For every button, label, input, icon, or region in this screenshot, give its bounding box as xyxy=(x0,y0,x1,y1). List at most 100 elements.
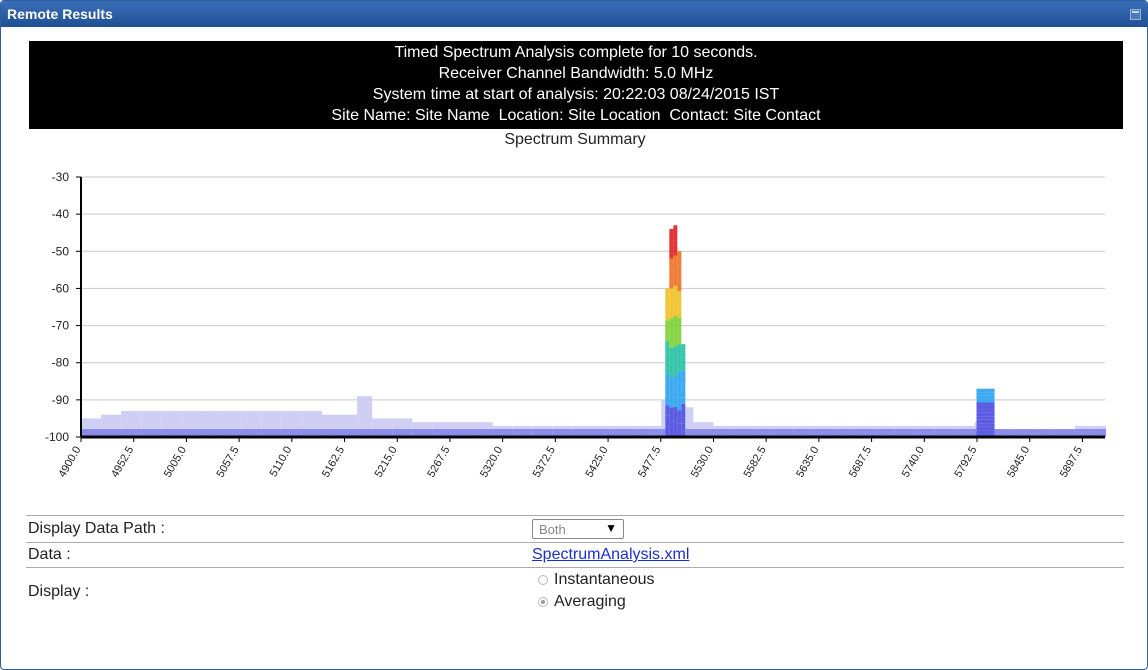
spectrum-bar xyxy=(669,362,674,378)
averaging-radio[interactable] xyxy=(538,597,548,607)
spectrum-bar xyxy=(669,243,674,259)
spectrum-bar xyxy=(976,419,995,424)
spectrum-bar xyxy=(665,288,670,300)
banner-line-system-time: System time at start of analysis: 20:22:… xyxy=(372,86,780,103)
y-tick-label: -100 xyxy=(45,430,69,444)
banner-line-site: Site Name: Site Name Location: Site Loca… xyxy=(331,107,821,124)
spectrum-bar xyxy=(681,417,686,424)
spectrum-bar xyxy=(673,225,678,241)
spectrum-bar xyxy=(673,316,678,332)
instantaneous-radio[interactable] xyxy=(538,575,548,585)
spectrum-bar xyxy=(669,229,674,244)
x-tick-label: 5267.5 xyxy=(425,445,452,480)
spectrum-bar xyxy=(677,370,682,384)
spectrum-bar xyxy=(976,388,995,393)
spectrum-bar xyxy=(665,373,670,384)
spectrum-bar xyxy=(669,258,674,274)
spectrum-bar xyxy=(681,344,686,351)
analysis-summary-banner: Timed Spectrum Analysis complete for 10 … xyxy=(29,41,1123,129)
x-tick-label: 5687.5 xyxy=(847,445,874,480)
x-tick-label: 5792.5 xyxy=(952,445,979,480)
spectrum-bar xyxy=(665,383,670,395)
spectrum-bar xyxy=(669,333,674,348)
spectrum-bar xyxy=(681,423,686,431)
spectrum-bar xyxy=(673,240,678,256)
x-tick-label: 5110.0 xyxy=(268,445,295,479)
spectrum-bar xyxy=(673,391,678,407)
spectrum-bar xyxy=(665,341,670,353)
spectrum-bar xyxy=(677,264,682,278)
spectrum-bar xyxy=(673,270,678,286)
spectrum-bar xyxy=(665,405,670,416)
spectrum-bar-floor xyxy=(1105,429,1106,437)
display-data-path-select[interactable]: Both ▼ xyxy=(532,519,624,539)
spectrum-bar xyxy=(673,285,678,301)
spectrum-bar xyxy=(665,362,670,374)
spectrum-bar xyxy=(976,416,995,420)
spectrum-bar xyxy=(673,376,678,392)
spectrum-bar xyxy=(669,422,674,437)
spectrum-bar xyxy=(665,330,670,342)
spectrum-bar xyxy=(673,421,678,437)
banner-line-bandwidth: Receiver Channel Bandwidth: 5.0 MHz xyxy=(438,65,714,82)
spectrum-bar xyxy=(669,303,674,319)
instantaneous-label: Instantaneous xyxy=(554,571,655,588)
y-tick-label: -60 xyxy=(52,281,70,295)
spectrum-bar xyxy=(681,397,686,404)
display-data-path-value: Both xyxy=(539,522,566,537)
x-tick-label: 5057.5 xyxy=(214,445,241,480)
spectrum-bar xyxy=(677,330,682,345)
data-label: Data : xyxy=(28,546,71,563)
spectrum-bar xyxy=(681,370,686,378)
spectrum-bar xyxy=(976,395,995,400)
instantaneous-option[interactable]: Instantaneous xyxy=(538,571,655,589)
spectrum-bar xyxy=(976,426,995,431)
y-tick-label: -50 xyxy=(52,244,70,258)
x-tick-label: 5372.5 xyxy=(531,445,558,480)
spectrum-bar xyxy=(681,390,686,398)
spectrum-bar xyxy=(669,347,674,363)
spectrum-bar xyxy=(681,364,686,371)
display-options-form: Display Data Path : Both ▼ Data : Spectr… xyxy=(26,515,1124,618)
x-tick-label: 5740.0 xyxy=(900,445,927,480)
x-tick-label: 5897.5 xyxy=(1058,445,1085,480)
banner-line-duration: Timed Spectrum Analysis complete for 10 … xyxy=(394,44,758,61)
spectrum-bar xyxy=(681,403,686,411)
title-bar: Remote Results xyxy=(1,1,1147,27)
spectrum-bar xyxy=(665,415,670,427)
averaging-label: Averaging xyxy=(554,593,626,610)
spectrum-bar xyxy=(665,320,670,331)
spectrum-bar xyxy=(677,410,682,424)
spectrum-bar xyxy=(673,255,678,271)
spectrum-bar xyxy=(677,251,682,265)
spectrum-bar xyxy=(677,277,682,292)
y-tick-label: -80 xyxy=(52,356,70,370)
spectrum-bar xyxy=(669,288,674,304)
x-tick-label: 5845.0 xyxy=(1005,445,1032,480)
x-tick-label: 5425.0 xyxy=(583,445,610,480)
spectrum-bar xyxy=(681,350,686,358)
averaging-option[interactable]: Averaging xyxy=(538,593,626,611)
spectrum-bar xyxy=(669,318,674,333)
maximize-icon[interactable] xyxy=(1130,8,1141,20)
spectrum-bar xyxy=(677,304,682,318)
x-tick-label: 4900.0 xyxy=(56,445,83,480)
x-tick-label: 5215.0 xyxy=(373,445,400,480)
spectrum-bar xyxy=(976,423,995,427)
display-row: Display : Instantaneous Averaging xyxy=(26,567,1124,618)
spectrum-xml-link[interactable]: SpectrumAnalysis.xml xyxy=(532,546,689,564)
spectrum-chart: -30 -40 -50 -60 -70 -80 -90 -1004900.0 4952.5 500… xyxy=(45,170,1106,480)
spectrum-bar xyxy=(677,383,682,398)
spectrum-bar xyxy=(673,300,678,317)
spectrum-bar xyxy=(665,352,670,363)
y-tick-label: -70 xyxy=(52,319,70,333)
chevron-down-icon: ▼ xyxy=(605,521,617,535)
spectrum-bar xyxy=(669,377,674,393)
remote-results-window: Remote Results Timed Spectrum Analysis c… xyxy=(0,0,1148,670)
spectrum-bar xyxy=(681,357,686,365)
x-tick-label: 5477.5 xyxy=(636,445,663,480)
window-title: Remote Results xyxy=(7,6,113,22)
spectrum-bar xyxy=(681,377,686,384)
chart-title: Spectrum Summary xyxy=(504,131,646,148)
display-data-path-label: Display Data Path : xyxy=(28,520,165,537)
